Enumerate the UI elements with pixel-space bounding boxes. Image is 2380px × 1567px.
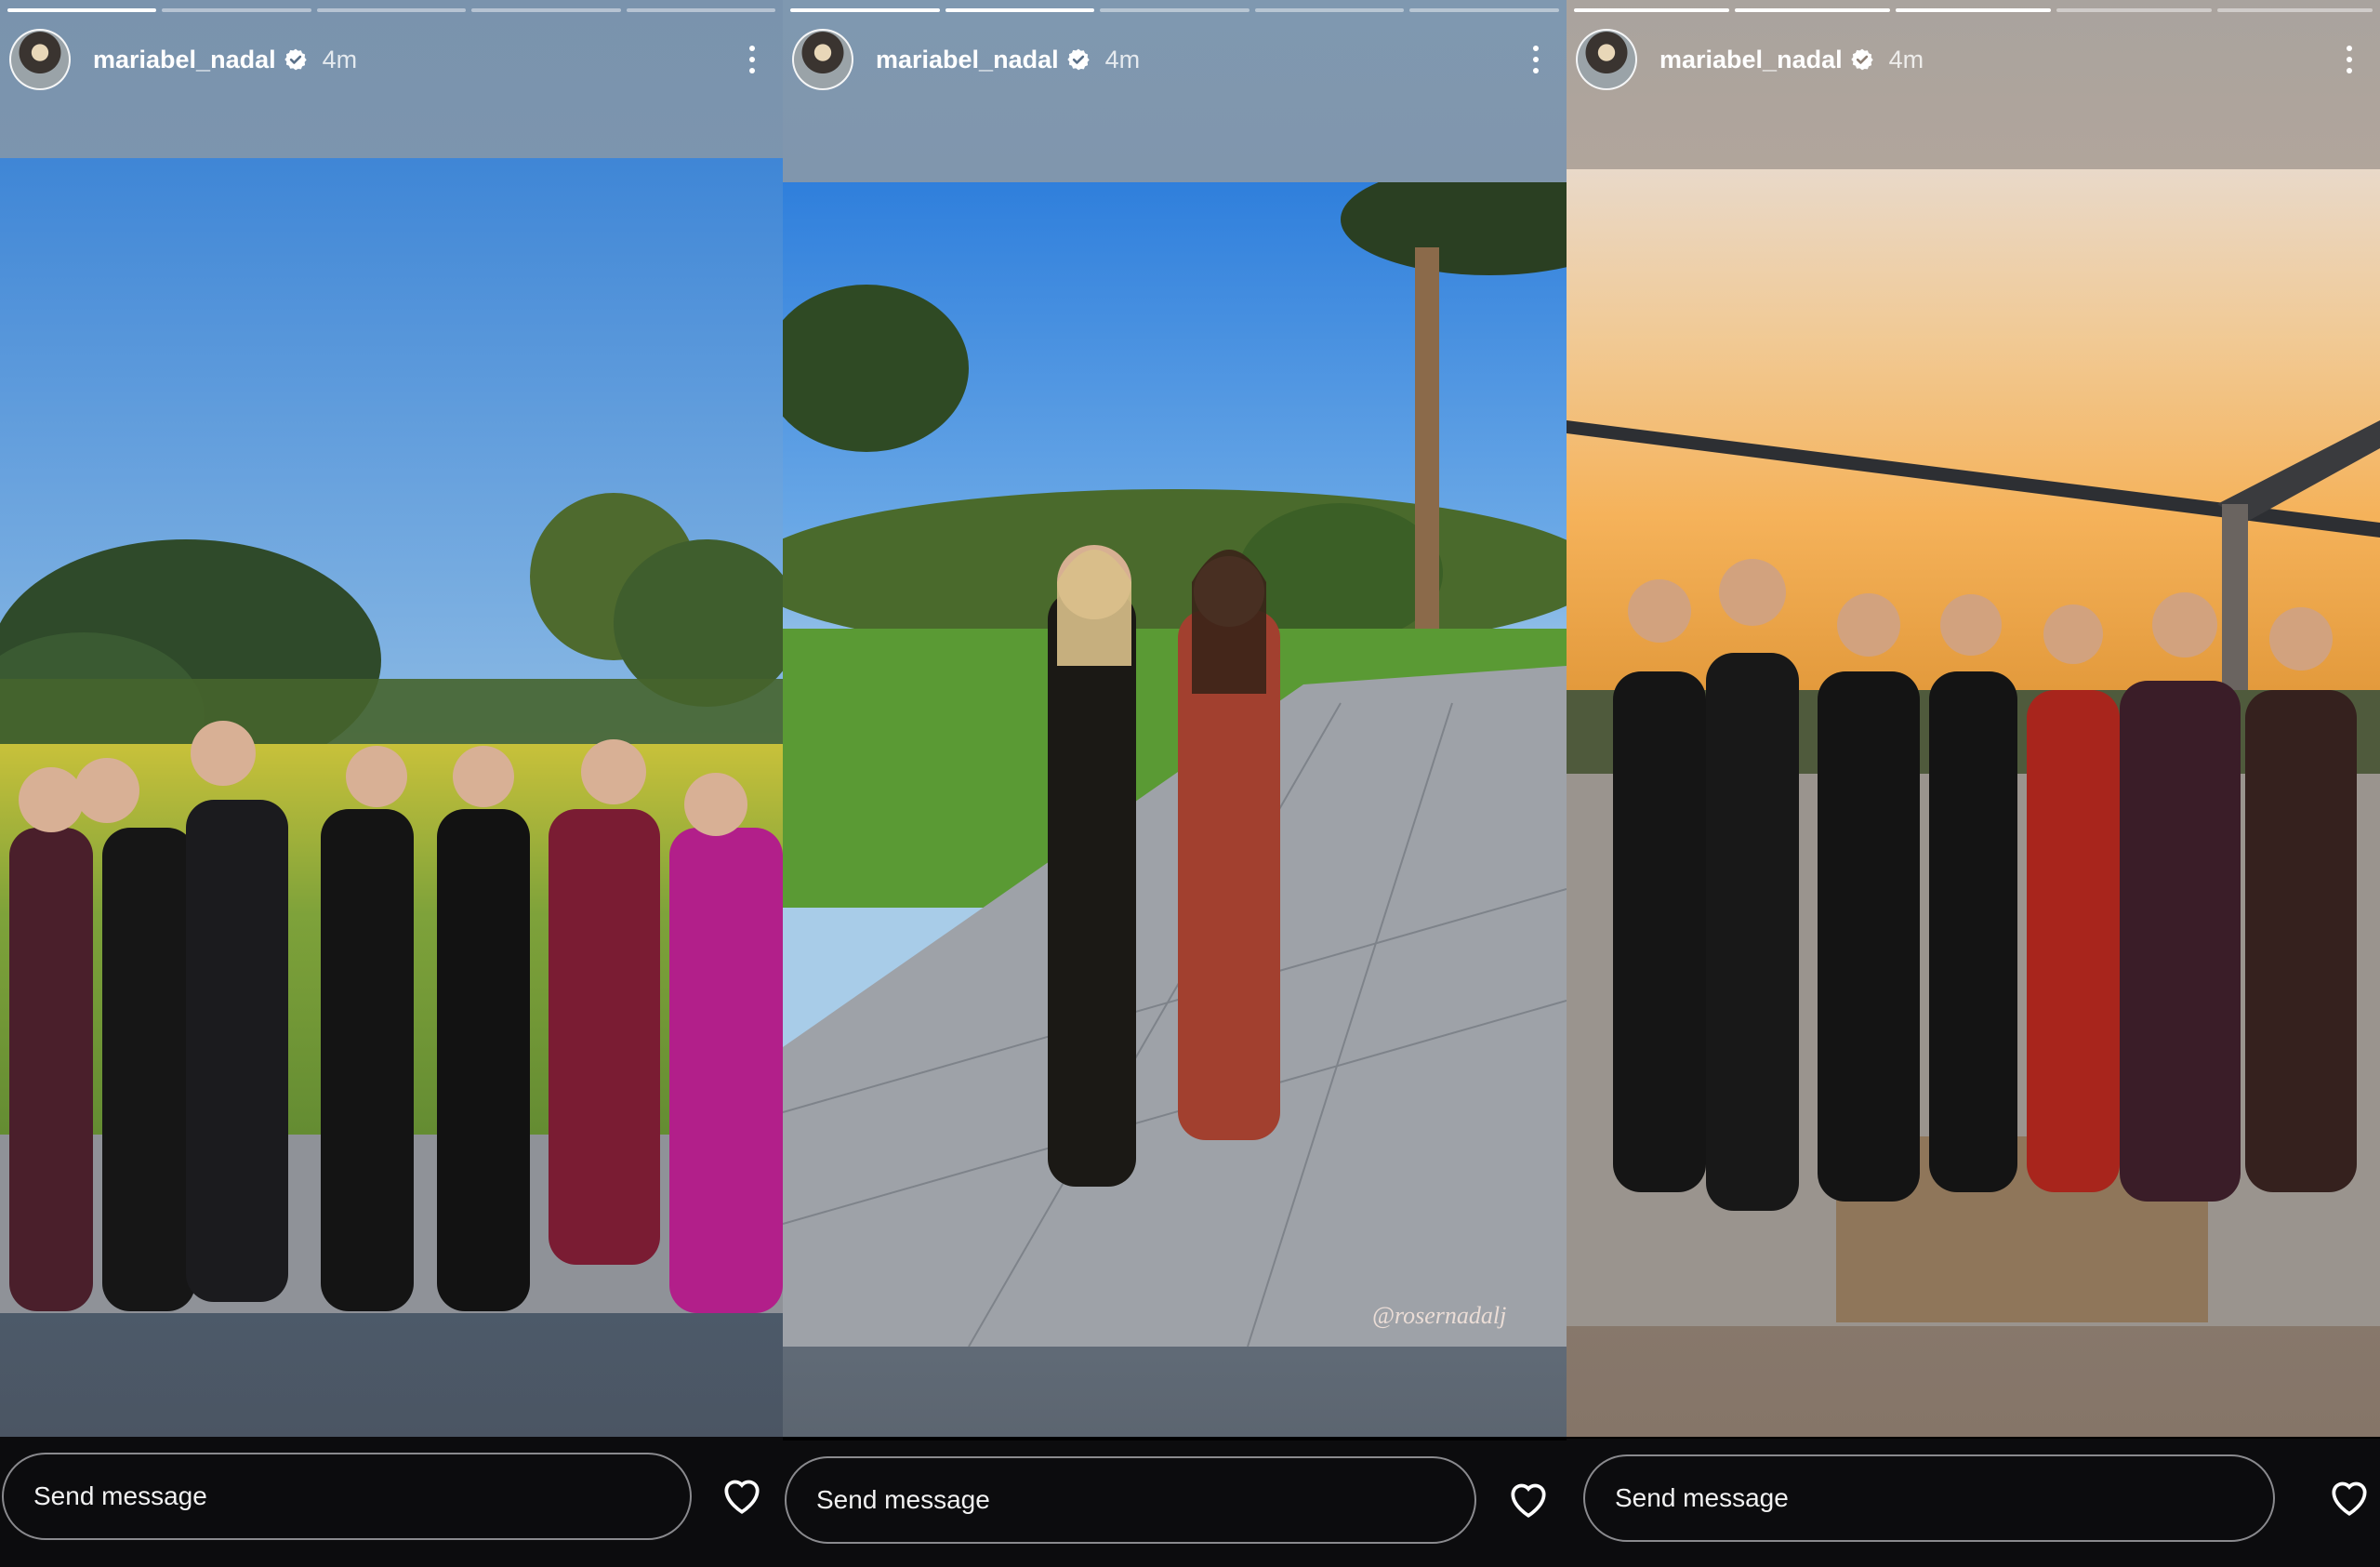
progress-segment <box>1409 8 1559 12</box>
story-footer: Send message <box>783 1441 1567 1567</box>
progress-segment-done <box>7 8 157 12</box>
verified-badge-icon <box>1850 48 1873 71</box>
story-footer: Send message <box>1567 1439 2380 1567</box>
username[interactable]: mariabel_nadal <box>93 46 276 74</box>
post-time: 4m <box>1888 45 1924 73</box>
verified-badge-icon <box>1066 48 1090 71</box>
story-photo <box>783 182 1567 1347</box>
heart-outline-icon[interactable] <box>1504 1476 1553 1522</box>
send-message-input[interactable]: Send message <box>2 1453 692 1540</box>
progress-segment-done <box>945 8 1095 12</box>
story-photo <box>1567 169 2380 1326</box>
progress-segment-done <box>790 8 940 12</box>
stories-strip: mariabel_nadal 4m Send message mariabel_… <box>0 0 2380 1567</box>
heart-outline-icon[interactable] <box>718 1472 766 1519</box>
post-time: 4m <box>1104 45 1141 73</box>
progress-segment <box>626 8 776 12</box>
story-footer: Send message <box>0 1437 783 1567</box>
progress-segment <box>2056 8 2212 12</box>
username[interactable]: mariabel_nadal <box>1659 46 1843 74</box>
progress-segment-done <box>1574 8 1729 12</box>
more-vertical-icon[interactable] <box>2335 41 2363 78</box>
progress-segment <box>1100 8 1250 12</box>
send-message-input[interactable]: Send message <box>785 1456 1476 1544</box>
avatar[interactable] <box>1576 29 1637 90</box>
progress-bar <box>1574 8 2373 12</box>
mention-sticker[interactable]: @rosernadalj <box>1372 1302 1506 1330</box>
send-message-input[interactable]: Send message <box>1583 1454 2275 1542</box>
progress-segment <box>2217 8 2373 12</box>
story-photo <box>0 158 783 1313</box>
username[interactable]: mariabel_nadal <box>876 46 1059 74</box>
progress-segment <box>471 8 621 12</box>
more-vertical-icon[interactable] <box>1522 41 1550 78</box>
story-header: mariabel_nadal 4m <box>9 26 766 93</box>
verified-badge-icon <box>284 48 307 71</box>
progress-segment <box>316 8 467 12</box>
progress-segment-done <box>1896 8 2051 12</box>
progress-segment <box>162 8 311 12</box>
progress-segment-done <box>1735 8 1890 12</box>
progress-bar <box>7 8 776 12</box>
avatar[interactable] <box>9 29 71 90</box>
more-vertical-icon[interactable] <box>738 41 766 78</box>
progress-bar <box>790 8 1559 12</box>
avatar[interactable] <box>792 29 853 90</box>
story-panel-3: mariabel_nadal 4m Send message <box>1567 0 2380 1567</box>
story-panel-2: mariabel_nadal 4m @rosernadalj Send mess… <box>783 0 1567 1567</box>
heart-outline-icon[interactable] <box>2325 1474 2373 1521</box>
progress-segment <box>1254 8 1405 12</box>
story-header: mariabel_nadal 4m <box>1576 26 2363 93</box>
post-time: 4m <box>322 45 358 73</box>
story-panel-1: mariabel_nadal 4m Send message <box>0 0 783 1567</box>
story-header: mariabel_nadal 4m <box>792 26 1550 93</box>
